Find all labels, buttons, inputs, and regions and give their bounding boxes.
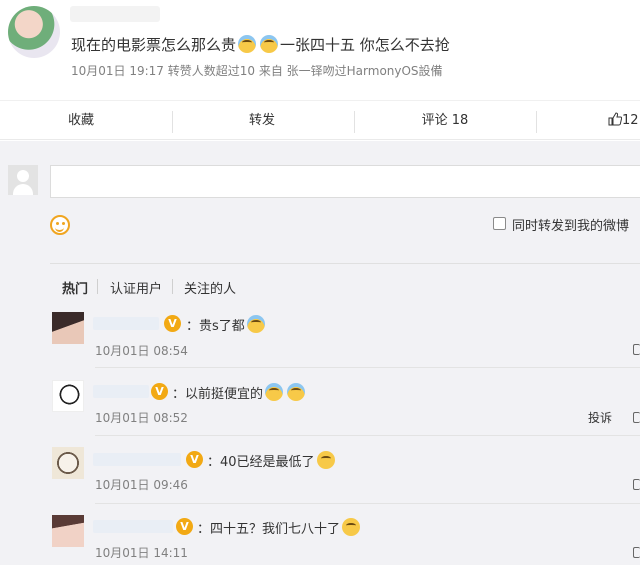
post-text-part-2: 一张四十五 你怎么不去抢 bbox=[280, 36, 450, 54]
comment-time: 10月01日 08:54 bbox=[95, 344, 188, 358]
smile-icon[interactable] bbox=[50, 215, 70, 235]
thumbs-up-icon bbox=[608, 112, 623, 126]
comment-button[interactable]: 评论 18 bbox=[383, 101, 507, 141]
commenter-name-redacted[interactable] bbox=[93, 520, 173, 533]
forward-to-weibo-checkbox[interactable] bbox=[493, 217, 506, 230]
post-author-name-redacted[interactable] bbox=[70, 6, 160, 22]
action-divider bbox=[172, 111, 173, 133]
comment-divider bbox=[95, 503, 640, 504]
verified-badge-icon: V bbox=[176, 518, 193, 535]
laugh-cry-emoji-icon bbox=[238, 35, 257, 53]
commenter-name-redacted[interactable] bbox=[93, 317, 159, 330]
reply-icon[interactable] bbox=[633, 479, 640, 490]
commenter-name-redacted[interactable] bbox=[93, 385, 149, 398]
post-meta: 10月01日 19:17 转赞人数超过10 来自 张一铎吻过HarmonyOS設… bbox=[71, 64, 443, 78]
comment-time: 10月01日 09:46 bbox=[95, 478, 188, 492]
action-divider bbox=[536, 111, 537, 133]
reply-icon[interactable] bbox=[633, 412, 640, 423]
smile-emoji-icon bbox=[342, 518, 361, 536]
comment-divider bbox=[95, 367, 640, 368]
forward-button[interactable]: 转发 bbox=[200, 101, 324, 141]
comment-divider bbox=[95, 435, 640, 436]
commenter-avatar[interactable] bbox=[52, 312, 84, 344]
comment-input[interactable] bbox=[50, 165, 640, 198]
verified-badge-icon: V bbox=[151, 383, 168, 400]
reply-icon[interactable] bbox=[633, 547, 640, 558]
like-count: 12 bbox=[622, 113, 639, 128]
post-action-bar: 收藏 转发 评论 18 12 bbox=[0, 100, 640, 140]
comment-text: ：四十五？我们七八十了 bbox=[197, 518, 362, 537]
commenter-name-redacted[interactable] bbox=[93, 453, 181, 466]
commenter-avatar[interactable] bbox=[52, 515, 84, 547]
comment-text: ：贵s了都 bbox=[186, 315, 267, 334]
filter-tab-following[interactable]: 关注的人 bbox=[184, 278, 236, 297]
verified-badge-icon: V bbox=[164, 315, 181, 332]
current-user-avatar bbox=[8, 165, 38, 195]
laugh-cry-emoji-icon bbox=[260, 35, 279, 53]
laugh-cry-emoji-icon bbox=[265, 383, 284, 401]
post-text-part-1: 现在的电影票怎么那么贵 bbox=[71, 36, 237, 54]
verified-badge-icon: V bbox=[186, 451, 203, 468]
filter-tab-hot[interactable]: 热门 bbox=[62, 278, 88, 297]
weibo-post: 现在的电影票怎么那么贵 一张四十五 你怎么不去抢 10月01日 19:17 转赞人… bbox=[0, 0, 640, 100]
action-divider bbox=[354, 111, 355, 133]
laugh-cry-emoji-icon bbox=[287, 383, 306, 401]
comment-time: 10月01日 08:52 bbox=[95, 411, 188, 425]
comment-text: ：40已经是最低了 bbox=[207, 451, 337, 470]
comment-time: 10月01日 14:11 bbox=[95, 546, 188, 560]
report-button[interactable]: 投诉 bbox=[588, 409, 612, 426]
filter-separator bbox=[97, 279, 98, 294]
filter-tab-verified[interactable]: 认证用户 bbox=[110, 278, 162, 297]
commenter-avatar[interactable] bbox=[52, 380, 84, 412]
reply-icon[interactable] bbox=[633, 344, 640, 355]
forward-to-weibo-label[interactable]: 同时转发到我的微博 bbox=[512, 215, 629, 234]
like-button[interactable]: 12 bbox=[608, 101, 640, 141]
filter-separator bbox=[172, 279, 173, 294]
post-text: 现在的电影票怎么那么贵 一张四十五 你怎么不去抢 bbox=[71, 34, 450, 55]
post-author-avatar[interactable] bbox=[8, 6, 60, 58]
collect-button[interactable]: 收藏 bbox=[20, 101, 142, 141]
filter-divider bbox=[50, 263, 640, 264]
grin-emoji-icon bbox=[316, 451, 335, 469]
comment-text: ：以前挺便宜的 bbox=[172, 383, 307, 402]
commenter-avatar[interactable] bbox=[52, 447, 84, 479]
crying-emoji-icon bbox=[246, 315, 265, 333]
